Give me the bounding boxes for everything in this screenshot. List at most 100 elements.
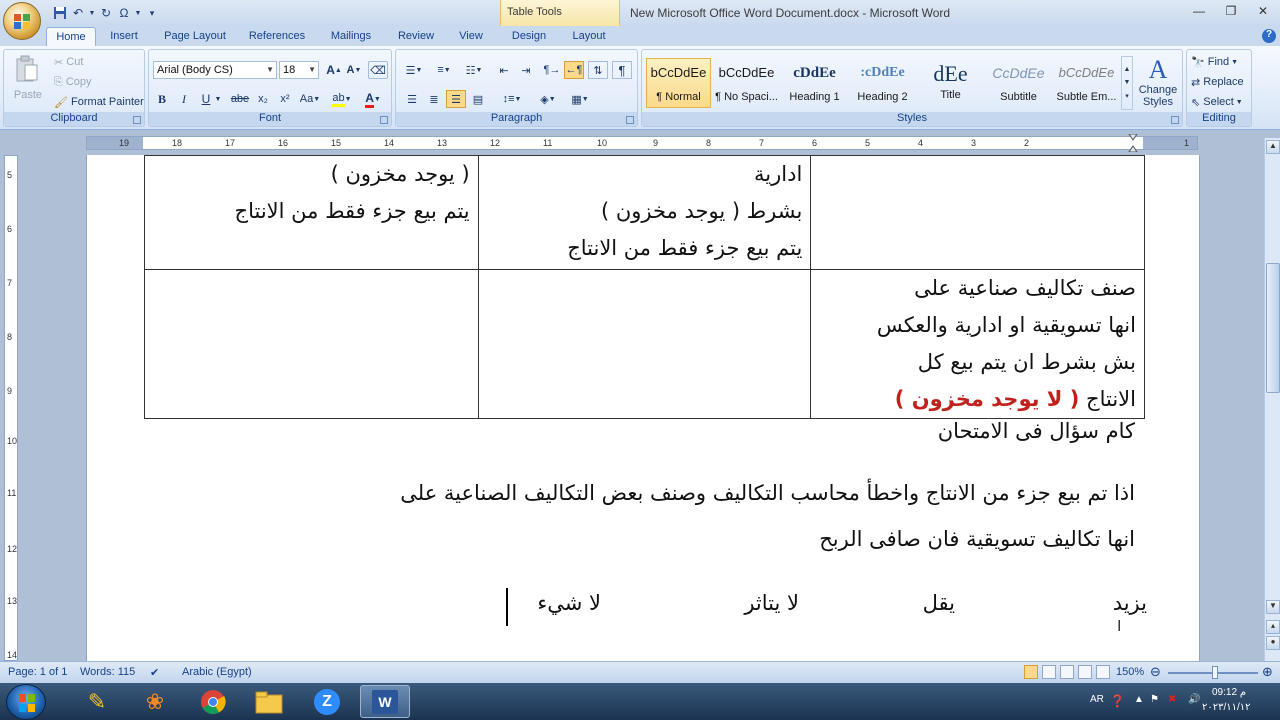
subscript-button[interactable]: x₂ bbox=[253, 90, 273, 108]
font-size-select[interactable]: 18 ▼ bbox=[279, 61, 319, 79]
taskbar-app-pen[interactable]: ✎ bbox=[72, 685, 122, 718]
superscript-button[interactable]: x² bbox=[275, 90, 295, 108]
outline-icon[interactable] bbox=[1078, 665, 1092, 679]
minimize-icon[interactable]: — bbox=[1188, 2, 1210, 20]
taskbar-app-zoom[interactable]: Z bbox=[302, 685, 352, 718]
numbering-icon[interactable]: ≡ ▼ bbox=[430, 61, 458, 79]
indent-marker-icon[interactable] bbox=[1128, 133, 1138, 153]
office-button[interactable] bbox=[3, 2, 41, 40]
maximize-icon[interactable]: ❐ bbox=[1220, 2, 1242, 20]
answer-option[interactable]: لا يتاثر bbox=[699, 591, 799, 615]
tab-design[interactable]: Design bbox=[504, 27, 554, 46]
style-normal[interactable]: bCcDdEe ¶ Normal bbox=[646, 58, 711, 108]
language-indicator[interactable]: Arabic (Egypt) bbox=[182, 666, 252, 678]
full-screen-reading-icon[interactable] bbox=[1042, 665, 1056, 679]
table-cell[interactable]: ادارية بشرط ( يوجد مخزون ) يتم بيع جزء ف… bbox=[477, 155, 812, 270]
paragraph[interactable]: كام سؤال فى الامتحان bbox=[535, 419, 1135, 443]
replace-button[interactable]: ⇄ Replace bbox=[1191, 75, 1244, 89]
symbol-dropdown-icon[interactable]: ▼ bbox=[134, 5, 142, 21]
paragraph-launcher-icon[interactable] bbox=[626, 116, 634, 124]
shrink-font-icon[interactable]: A ▼ bbox=[345, 61, 363, 79]
clear-formatting-icon[interactable]: ⌫ bbox=[368, 61, 388, 79]
copy-button[interactable]: ⎘ Copy bbox=[54, 75, 92, 89]
tab-review[interactable]: Review bbox=[392, 27, 440, 46]
document-table[interactable]: ( يوجد مخزون ) يتم بيع جزء فقط من الانتا… bbox=[144, 155, 1145, 419]
zoom-slider-thumb[interactable] bbox=[1212, 666, 1218, 679]
customize-qat-icon[interactable]: ▾ bbox=[144, 5, 160, 21]
taskbar-app-drawing[interactable]: ❀ bbox=[130, 685, 180, 718]
style-heading-2[interactable]: :cDdEe Heading 2 bbox=[850, 58, 915, 108]
align-left-icon[interactable]: ☰ bbox=[402, 90, 422, 108]
undo-icon[interactable]: ↶ bbox=[70, 5, 86, 21]
ltr-direction-icon[interactable]: ¶→ bbox=[542, 61, 562, 79]
scroll-up-icon[interactable]: ▲ bbox=[1266, 140, 1280, 154]
word-count[interactable]: Words: 115 bbox=[80, 666, 135, 678]
help-icon[interactable]: ? bbox=[1262, 29, 1276, 43]
bullets-icon[interactable]: ☰ ▼ bbox=[400, 61, 428, 79]
paragraph[interactable]: انها تكاليف تسويقية فان صافى الربح bbox=[535, 527, 1135, 551]
line-spacing-icon[interactable]: ↕≡ ▼ bbox=[498, 90, 526, 108]
undo-dropdown-icon[interactable]: ▼ bbox=[88, 5, 96, 21]
taskbar-app-word[interactable]: W bbox=[360, 685, 410, 718]
help-tray-icon[interactable]: ❓ bbox=[1110, 694, 1125, 708]
style-heading-1[interactable]: cDdEe Heading 1 bbox=[782, 58, 847, 108]
document-page[interactable]: ( يوجد مخزون ) يتم بيع جزء فقط من الانتا… bbox=[86, 155, 1200, 661]
symbol-icon[interactable]: Ω bbox=[116, 5, 132, 21]
network-icon[interactable]: ✖ bbox=[1168, 694, 1176, 705]
language-bar[interactable]: AR bbox=[1090, 694, 1104, 705]
taskbar-app-explorer[interactable] bbox=[244, 685, 294, 718]
table-cell[interactable] bbox=[144, 269, 479, 419]
document-area[interactable]: ( يوجد مخزون ) يتم بيع جزء فقط من الانتا… bbox=[20, 155, 1264, 661]
cut-button[interactable]: ✂ Cut bbox=[54, 55, 83, 69]
find-button[interactable]: 🔭 Find ▼ bbox=[1191, 55, 1238, 69]
redo-icon[interactable]: ↻ bbox=[98, 5, 114, 21]
proofing-icon[interactable]: ✔ bbox=[150, 666, 159, 679]
vertical-scrollbar[interactable]: ▲ ▼ ▴ ● ▾ bbox=[1264, 138, 1280, 661]
draft-icon[interactable] bbox=[1096, 665, 1110, 679]
tab-references[interactable]: References bbox=[244, 27, 310, 46]
answer-option[interactable]: يزيد bbox=[1087, 591, 1147, 615]
font-color-button[interactable]: A ▼ bbox=[359, 90, 387, 108]
style-title[interactable]: dEe Title bbox=[918, 58, 983, 108]
align-center-icon[interactable]: ≣ bbox=[424, 90, 444, 108]
previous-page-icon[interactable]: ▴ bbox=[1266, 620, 1280, 634]
styles-launcher-icon[interactable] bbox=[1171, 116, 1179, 124]
vertical-ruler[interactable]: 5 6 7 8 9 10 11 12 13 14 bbox=[0, 155, 20, 661]
strikethrough-button[interactable]: abe bbox=[229, 90, 251, 108]
shading-icon[interactable]: ◈ ▼ bbox=[534, 90, 562, 108]
tab-layout[interactable]: Layout bbox=[566, 27, 612, 46]
align-right-icon[interactable]: ☰ bbox=[446, 90, 466, 108]
show-marks-button[interactable]: ¶ bbox=[612, 61, 632, 79]
scroll-down-icon[interactable]: ▼ bbox=[1266, 600, 1280, 614]
zoom-in-icon[interactable]: ⊕ bbox=[1262, 664, 1273, 680]
table-cell[interactable]: ( يوجد مخزون ) يتم بيع جزء فقط من الانتا… bbox=[144, 155, 479, 270]
change-case-button[interactable]: Aa ▼ bbox=[297, 90, 323, 108]
clock-time[interactable]: 09:12 م bbox=[1212, 687, 1246, 698]
italic-button[interactable]: I bbox=[175, 90, 193, 108]
web-layout-icon[interactable] bbox=[1060, 665, 1074, 679]
volume-icon[interactable]: 🔊 bbox=[1188, 694, 1200, 705]
tab-home[interactable]: Home bbox=[46, 27, 96, 46]
clipboard-launcher-icon[interactable] bbox=[133, 116, 141, 124]
rtl-direction-icon[interactable]: ←¶ bbox=[564, 61, 584, 79]
taskbar-app-chrome[interactable] bbox=[188, 685, 238, 718]
paragraph[interactable]: اذا تم بيع جزء من الانتاج واخطأ محاسب ال… bbox=[135, 481, 1135, 505]
highlight-button[interactable]: ab ▼ bbox=[329, 90, 355, 108]
close-icon[interactable]: ✕ bbox=[1252, 2, 1274, 20]
multilevel-list-icon[interactable]: ☷ ▼ bbox=[460, 61, 488, 79]
tab-page-layout[interactable]: Page Layout bbox=[158, 27, 232, 46]
grow-font-icon[interactable]: A ▲ bbox=[325, 61, 343, 79]
clock-date[interactable]: ٢٠٢٣/١١/١٢ bbox=[1202, 702, 1251, 713]
zoom-level[interactable]: 150% bbox=[1116, 666, 1144, 678]
table-cell[interactable] bbox=[810, 155, 1145, 270]
change-styles-button[interactable]: A Change Styles bbox=[1136, 54, 1180, 110]
tab-insert[interactable]: Insert bbox=[102, 27, 146, 46]
sort-icon[interactable]: ⇅ bbox=[588, 61, 608, 79]
paste-icon[interactable] bbox=[10, 54, 44, 84]
increase-indent-icon[interactable]: ⇥ bbox=[516, 61, 536, 79]
styles-scroll[interactable]: ▲ ▼ ▾ bbox=[1121, 56, 1133, 110]
style-no-spacing[interactable]: bCcDdEe ¶ No Spaci... bbox=[714, 58, 779, 108]
print-layout-icon[interactable] bbox=[1024, 665, 1038, 679]
table-cell[interactable]: صنف تكاليف صناعية على انها تسويقية او اد… bbox=[810, 269, 1145, 419]
tab-mailings[interactable]: Mailings bbox=[322, 27, 380, 46]
